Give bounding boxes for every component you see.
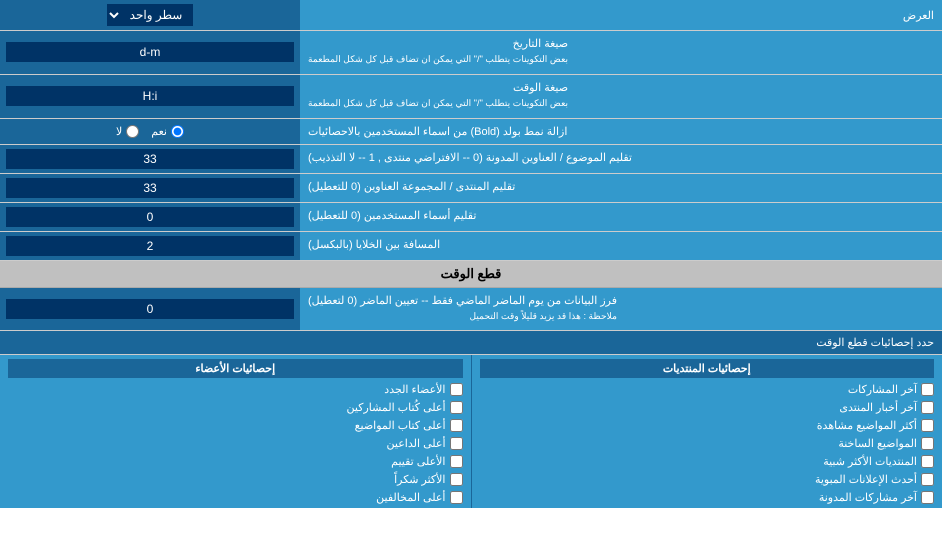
cb-blog-posts[interactable] <box>921 491 934 504</box>
topic-trim-row: تقليم الموضوع / العناوين المدونة (0 -- ا… <box>0 145 942 174</box>
date-format-input-wrapper: d-m <box>0 31 300 74</box>
cb-top-rated[interactable] <box>450 455 463 468</box>
cutoff-input-wrapper: 0 <box>0 288 300 331</box>
col-divider <box>471 355 472 508</box>
cb-hot-topics[interactable] <box>921 437 934 450</box>
checkbox-item: المواضيع الساخنة <box>480 437 935 450</box>
checkbox-item: أعلى كتاب المواضيع <box>8 419 463 432</box>
username-trim-row: تقليم أسماء المستخدمين (0 للتعطيل) 0 <box>0 203 942 232</box>
cutoff-section-header: قطع الوقت <box>0 261 942 288</box>
checkboxes-title-text: حدد إحصائيات قطع الوقت <box>816 337 934 349</box>
col1-header: إحصائيات المنتديات <box>480 359 935 378</box>
cb-most-viewed[interactable] <box>921 419 934 432</box>
username-trim-input-wrapper: 0 <box>0 203 300 231</box>
checkbox-item: أحدث الإعلانات المبوية <box>480 473 935 486</box>
username-trim-label: تقليم أسماء المستخدمين (0 للتعطيل) <box>300 203 942 231</box>
cb-last-posts[interactable] <box>921 383 934 396</box>
checkbox-item: أعلى المخالفين <box>8 491 463 504</box>
date-format-input[interactable]: d-m <box>6 42 294 62</box>
display-label: العرض <box>300 4 942 27</box>
cell-distance-label: المسافة بين الخلايا (بالبكسل) <box>300 232 942 260</box>
checkboxes-title: حدد إحصائيات قطع الوقت <box>0 331 942 355</box>
cell-distance-input-wrapper: 2 <box>0 232 300 260</box>
cutoff-input[interactable]: 0 <box>6 299 294 319</box>
checkbox-item: المنتديات الأكثر شبية <box>480 455 935 468</box>
topic-trim-input-wrapper: 33 <box>0 145 300 173</box>
checkbox-item: الأعضاء الجدد <box>8 383 463 396</box>
display-select[interactable]: سطر واحد سطران ثلاثة أسطر <box>107 4 193 26</box>
checkbox-item: أعلى الداعين <box>8 437 463 450</box>
bold-yes-label[interactable]: نعم <box>151 125 184 138</box>
cell-distance-input[interactable]: 2 <box>6 236 294 256</box>
forum-trim-input[interactable]: 33 <box>6 178 294 198</box>
checkbox-item: آخر مشاركات المدونة <box>480 491 935 504</box>
cb-last-news[interactable] <box>921 401 934 414</box>
bold-no-radio[interactable] <box>126 125 139 138</box>
display-select-wrapper: سطر واحد سطران ثلاثة أسطر <box>0 0 300 30</box>
main-container: العرض سطر واحد سطران ثلاثة أسطر صيغة الت… <box>0 0 942 508</box>
topic-trim-input[interactable]: 33 <box>6 149 294 169</box>
checkbox-item: آخر المشاركات <box>480 383 935 396</box>
forum-trim-label: تقليم المنتدى / المجموعة العناوين (0 للت… <box>300 174 942 202</box>
bold-no-label[interactable]: لا <box>116 125 139 138</box>
checkbox-item: الأعلى تقييم <box>8 455 463 468</box>
checkbox-col-members: إحصائيات الأعضاء الأعضاء الجدد أعلى كُتا… <box>0 355 471 508</box>
time-format-label: صيغة الوقتبعض التكوينات يتطلب "/" التي ي… <box>300 75 942 118</box>
cb-similar-forums[interactable] <box>921 455 934 468</box>
time-format-row: صيغة الوقتبعض التكوينات يتطلب "/" التي ي… <box>0 75 942 119</box>
cell-distance-row: المسافة بين الخلايا (بالبكسل) 2 <box>0 232 942 261</box>
topic-trim-label: تقليم الموضوع / العناوين المدونة (0 -- ا… <box>300 145 942 173</box>
cb-latest-ads[interactable] <box>921 473 934 486</box>
forum-trim-input-wrapper: 33 <box>0 174 300 202</box>
bold-remove-label: ازالة نمط بولد (Bold) من اسماء المستخدمي… <box>300 119 942 144</box>
display-row: العرض سطر واحد سطران ثلاثة أسطر <box>0 0 942 31</box>
checkbox-item: أكثر المواضيع مشاهدة <box>480 419 935 432</box>
checkboxes-grid: إحصائيات المنتديات آخر المشاركات آخر أخب… <box>0 355 942 508</box>
bold-remove-row: ازالة نمط بولد (Bold) من اسماء المستخدمي… <box>0 119 942 145</box>
username-trim-input[interactable]: 0 <box>6 207 294 227</box>
cb-top-posters[interactable] <box>450 401 463 414</box>
checkbox-item: الأكثر شكراً <box>8 473 463 486</box>
cb-top-callers[interactable] <box>450 437 463 450</box>
cb-top-violators[interactable] <box>450 491 463 504</box>
checkbox-item: أعلى كُتاب المشاركين <box>8 401 463 414</box>
cb-new-members[interactable] <box>450 383 463 396</box>
checkbox-item: آخر أخبار المنتدى <box>480 401 935 414</box>
cutoff-row: فرز البيانات من يوم الماضر الماضي فقط --… <box>0 288 942 332</box>
date-format-label: صيغة التاريخبعض التكوينات يتطلب "/" التي… <box>300 31 942 74</box>
cutoff-label: فرز البيانات من يوم الماضر الماضي فقط --… <box>300 288 942 331</box>
bold-remove-input-wrapper: نعم لا <box>0 119 300 144</box>
checkbox-col-forums: إحصائيات المنتديات آخر المشاركات آخر أخب… <box>472 355 942 508</box>
bold-yes-radio[interactable] <box>171 125 184 138</box>
date-format-row: صيغة التاريخبعض التكوينات يتطلب "/" التي… <box>0 31 942 75</box>
col2-header: إحصائيات الأعضاء <box>8 359 463 378</box>
cb-top-topic-writers[interactable] <box>450 419 463 432</box>
time-format-input[interactable]: H:i <box>6 86 294 106</box>
cb-most-thanks[interactable] <box>450 473 463 486</box>
time-format-input-wrapper: H:i <box>0 75 300 118</box>
forum-trim-row: تقليم المنتدى / المجموعة العناوين (0 للت… <box>0 174 942 203</box>
